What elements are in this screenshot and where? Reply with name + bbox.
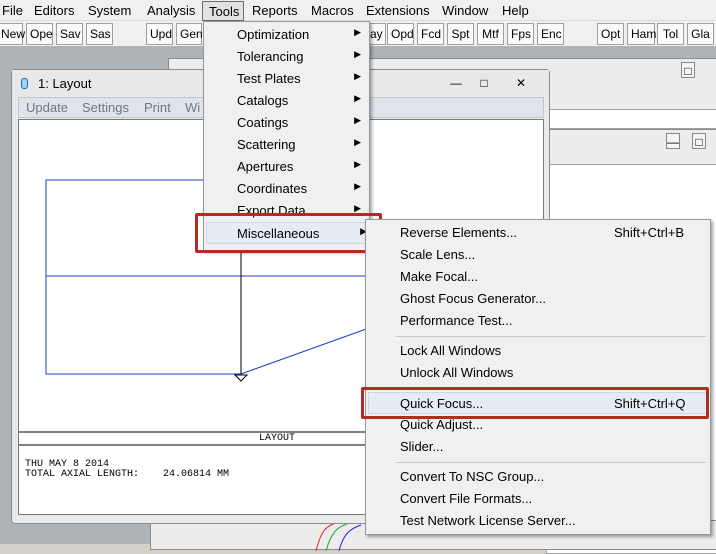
- toolbar-button-general[interactable]: Gen: [176, 23, 203, 45]
- tools-menu-item-tolerancing[interactable]: Tolerancing ▶: [206, 46, 369, 68]
- toolbar-button-ham[interactable]: Ham: [627, 23, 656, 45]
- submenu-arrow-icon: ▶: [354, 181, 361, 191]
- menu-extensions[interactable]: Extensions: [366, 3, 430, 18]
- menu-separator: [396, 336, 706, 337]
- misc-item-ghost-focus-generator[interactable]: Ghost Focus Generator...: [368, 288, 708, 310]
- menu-analysis[interactable]: Analysis: [147, 3, 195, 18]
- toolbar-button-spt[interactable]: Spt: [447, 23, 474, 45]
- submenu-arrow-icon: ▶: [354, 159, 361, 169]
- shortcut-label: Shift+Ctrl+B: [614, 225, 685, 240]
- background-window-minimize-icon[interactable]: □: [681, 62, 695, 78]
- highlight-box-quick-focus: [361, 387, 709, 419]
- submenu-arrow-icon: ▶: [354, 27, 361, 37]
- toolbar-button-enc[interactable]: Enc: [537, 23, 564, 45]
- toolbar-button-opt[interactable]: Opt: [597, 23, 624, 45]
- layout-menu-print[interactable]: Print: [144, 100, 171, 115]
- tools-menu-item-test-plates[interactable]: Test Plates ▶: [206, 68, 369, 90]
- maximize-icon[interactable]: □: [473, 75, 495, 91]
- layout-axial-length: TOTAL AXIAL LENGTH: 24.06814 MM: [25, 469, 230, 480]
- toolbar-button-new[interactable]: New: [0, 23, 25, 45]
- menu-editors[interactable]: Editors: [34, 3, 74, 18]
- layout-menu-settings[interactable]: Settings: [82, 100, 129, 115]
- highlight-box-miscellaneous: [195, 213, 382, 253]
- toolbar-button-tol[interactable]: Tol: [657, 23, 684, 45]
- menu-macros[interactable]: Macros: [311, 3, 354, 18]
- menu-separator: [396, 462, 706, 463]
- menu-help[interactable]: Help: [502, 3, 529, 18]
- background-window-content: [549, 109, 716, 129]
- menu-file[interactable]: File: [2, 3, 23, 18]
- submenu-arrow-icon: ▶: [354, 137, 361, 147]
- toolbar-button-gla[interactable]: Gla: [687, 23, 714, 45]
- misc-item-slider[interactable]: Slider...: [368, 436, 708, 458]
- toolbar-button-mtf[interactable]: Mtf: [477, 23, 504, 45]
- submenu-arrow-icon: ▶: [354, 49, 361, 59]
- toolbar-button-save-as[interactable]: Sas: [86, 23, 113, 45]
- layout-plot-label: LAYOUT: [259, 433, 296, 444]
- misc-item-test-network-license-server[interactable]: Test Network License Server...: [368, 510, 708, 532]
- menu-system[interactable]: System: [88, 3, 131, 18]
- miscellaneous-submenu: Reverse Elements... Shift+Ctrl+B Scale Le…: [365, 219, 711, 535]
- menu-window[interactable]: Window: [442, 3, 488, 18]
- tools-menu-item-catalogs[interactable]: Catalogs ▶: [206, 90, 369, 112]
- misc-item-scale-lens[interactable]: Scale Lens...: [368, 244, 708, 266]
- menu-reports[interactable]: Reports: [252, 3, 298, 18]
- toolbar-button-save[interactable]: Sav: [56, 23, 83, 45]
- tools-menu-item-scattering[interactable]: Scattering ▶: [206, 134, 369, 156]
- tools-menu-item-optimization[interactable]: Optimization ▶: [206, 24, 369, 46]
- toolbar-button-fcd[interactable]: Fcd: [417, 23, 444, 45]
- toolbar-button-opd[interactable]: Opd: [387, 23, 414, 45]
- misc-item-unlock-all-windows[interactable]: Unlock All Windows: [368, 362, 708, 384]
- menu-tools[interactable]: Tools: [202, 1, 244, 21]
- submenu-arrow-icon: ▶: [354, 115, 361, 125]
- menu-bar: File Editors System Analysis Tools Repor…: [0, 0, 716, 21]
- window-app-icon: [21, 78, 28, 89]
- minimize-icon[interactable]: —: [445, 75, 467, 91]
- background-window-maximize-icon[interactable]: □: [692, 133, 706, 149]
- misc-item-lock-all-windows[interactable]: Lock All Windows: [368, 340, 708, 362]
- toolbar-button-update[interactable]: Upd: [146, 23, 173, 45]
- toolbar-button-fps[interactable]: Fps: [507, 23, 534, 45]
- layout-window-title: 1: Layout: [38, 76, 92, 91]
- submenu-arrow-icon: ▶: [354, 71, 361, 81]
- submenu-arrow-icon: ▶: [354, 93, 361, 103]
- background-window-minimize-icon[interactable]: —: [666, 133, 680, 149]
- close-icon[interactable]: ✕: [501, 75, 541, 91]
- layout-menu-window[interactable]: Wi: [185, 100, 200, 115]
- misc-item-convert-file-formats[interactable]: Convert File Formats...: [368, 488, 708, 510]
- tools-menu-item-apertures[interactable]: Apertures ▶: [206, 156, 369, 178]
- tools-menu-item-coatings[interactable]: Coatings ▶: [206, 112, 369, 134]
- layout-menu-update[interactable]: Update: [26, 100, 68, 115]
- misc-item-performance-test[interactable]: Performance Test...: [368, 310, 708, 332]
- misc-item-reverse-elements[interactable]: Reverse Elements... Shift+Ctrl+B: [368, 222, 708, 244]
- tools-menu-item-coordinates[interactable]: Coordinates ▶: [206, 178, 369, 200]
- misc-item-convert-to-nsc-group[interactable]: Convert To NSC Group...: [368, 466, 708, 488]
- misc-item-make-focal[interactable]: Make Focal...: [368, 266, 708, 288]
- toolbar-button-open[interactable]: Ope: [26, 23, 53, 45]
